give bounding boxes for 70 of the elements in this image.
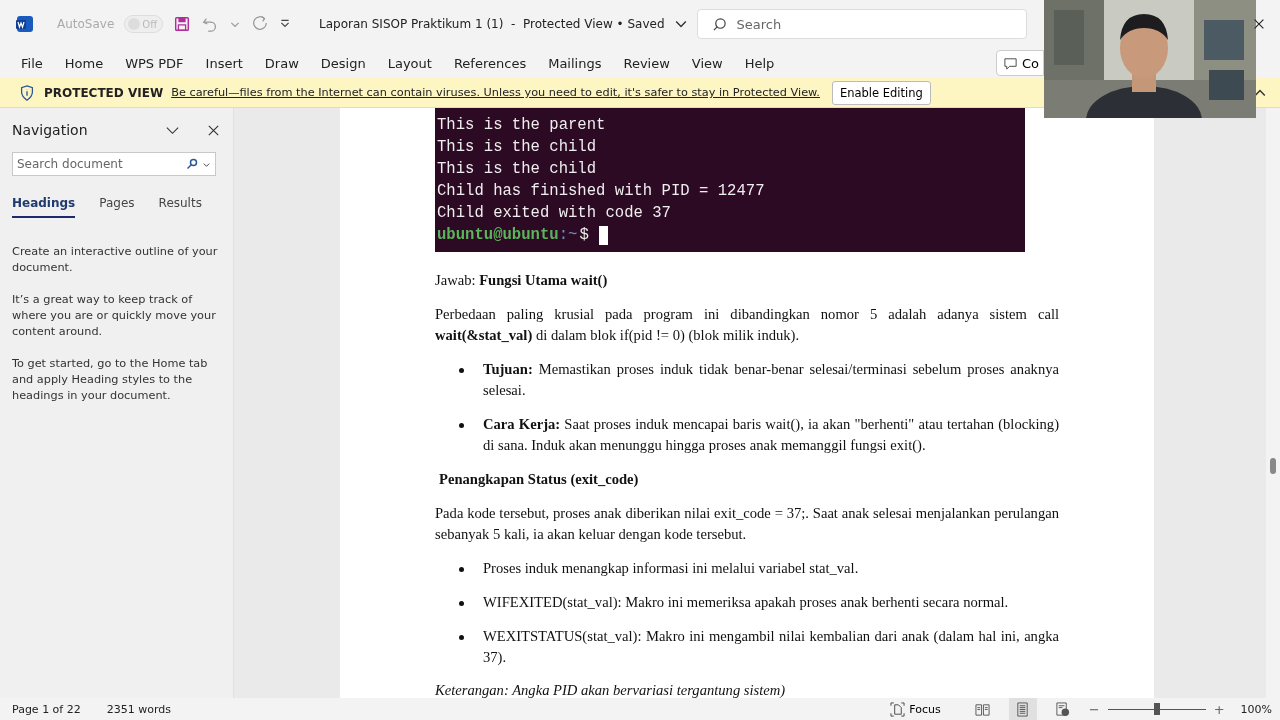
word-logo-icon [15, 14, 35, 34]
document-title[interactable]: Laporan SISOP Praktikum 1 (1) - Protected View • Saved [319, 17, 665, 31]
terminal-cursor [598, 225, 608, 245]
menu-tab[interactable]: Review [614, 51, 679, 75]
prompt-path: :~ [558, 225, 578, 246]
help-text: Create an interactive outline of your document. [12, 244, 219, 276]
menu-tab[interactable]: Mailings [539, 51, 611, 75]
page-count[interactable]: Page 1 of 22 [12, 702, 81, 716]
menu-tab[interactable]: References [444, 51, 536, 75]
protected-view-label: PROTECTED VIEW [44, 85, 164, 100]
chevron-down-icon[interactable] [674, 18, 687, 30]
page-icon [1015, 701, 1031, 717]
autosave-label: AutoSave [57, 17, 115, 31]
menu-tab[interactable]: File [12, 51, 52, 75]
protected-view-link[interactable]: Be careful—files from the Internet can contain viruses. Unless you need to edit, it's safer to stay in Protected View. [171, 86, 820, 99]
menu-tab[interactable]: Help [735, 51, 784, 75]
terminal-line: This is the child [437, 137, 598, 158]
paragraph: Perbedaan paling krusial pada program ini dibandingkan nomor 5 adalah adanya sistem call wait(&stat_val) di dalam blok if(pid != 0) (blok milik induk). [435, 305, 1059, 345]
prompt-user: ubuntu@ubuntu [437, 225, 559, 246]
menu-tab[interactable]: WPS PDF [116, 51, 193, 75]
focus-icon [890, 701, 906, 717]
terminal-line: Child has finished with PID = 12477 [437, 181, 766, 202]
bullet-icon [459, 423, 464, 428]
terminal-line: This is the child [437, 159, 598, 180]
paragraph: Pada kode tersebut, proses anak diberikan nilai exit_code = 37;. Saat anak selesai menjalankan perulangan sebanyak 5 kali, ia akan keluar dengan kode tersebut. [435, 504, 1059, 544]
search-icon [711, 16, 727, 32]
focus-button[interactable]: Focus [884, 700, 947, 718]
note-text: Keterangan: Angka PID akan bervariasi tergantung sistem) [435, 681, 787, 699]
paragraph: Jawab: Fungsi Utama wait() [435, 271, 609, 290]
comments-button[interactable]: Co [995, 50, 1044, 76]
terminal-line: Child exited with code 37 [437, 203, 672, 224]
list-item-text: WIFEXITED(stat_val): Makro ini memeriksa apakah proses anak berhenti secara normal. [483, 593, 1010, 612]
close-icon[interactable] [1252, 17, 1266, 31]
word-count[interactable]: 2351 words [106, 702, 171, 716]
bullet-icon [459, 635, 464, 640]
pane-tab[interactable]: Headings [12, 190, 76, 218]
bullet-icon [459, 368, 464, 373]
zoom-level[interactable]: 100% [1240, 702, 1272, 716]
prompt-symbol: $ [579, 225, 589, 246]
help-text: To get started, go to the Home tab and apply Heading styles to the headings in your document. [12, 356, 209, 404]
list-item-text: Cara Kerja: Saat proses induk mencapai baris wait(), ia akan "berhenti" atau tertahan (blocking) di sana. Induk akan menunggu hingga proses anak memanggil fungsi exit(). [483, 415, 1059, 455]
terminal-line: This is the parent [437, 115, 607, 136]
bullet-icon [459, 567, 464, 572]
enable-editing-button[interactable]: Enable Editing [831, 80, 931, 105]
list-item-text: Tujuan: Memastikan proses induk tidak benar-benar selesai/terminasi sebelum proses anaknya selesai. [483, 360, 1059, 400]
menu-tab[interactable]: Draw [255, 51, 308, 75]
zoom-in-button[interactable]: + [1213, 701, 1225, 717]
menu-tab[interactable]: Home [55, 51, 113, 75]
pane-title: Navigation [12, 122, 89, 138]
pane-tab[interactable]: Pages [99, 190, 135, 218]
menu-tab[interactable]: Design [311, 51, 375, 75]
list-item-text: Proses induk menangkap informasi ini melalui variabel stat_val. [483, 559, 860, 578]
web-page-icon [1055, 701, 1071, 717]
book-icon [975, 701, 991, 717]
search-icon[interactable] [186, 158, 198, 170]
print-view-button[interactable] [1008, 698, 1037, 720]
pane-tab[interactable]: Results [158, 190, 202, 218]
menu-tab[interactable]: Layout [378, 51, 441, 75]
zoom-out-button[interactable]: − [1088, 701, 1100, 717]
help-text: It’s a great way to keep track of where you are or quickly move your content around. [12, 292, 217, 340]
search-field[interactable]: Search [696, 9, 1027, 39]
save-icon[interactable] [173, 15, 191, 33]
section-heading: Penangkapan Status (exit_code) [439, 470, 640, 489]
menu-tab[interactable]: View [682, 51, 732, 75]
bullet-icon [459, 601, 464, 606]
shield-icon [18, 83, 36, 102]
menu-tab[interactable]: Insert [196, 51, 252, 75]
comment-icon [1002, 55, 1018, 71]
customize-caret-icon[interactable] [279, 18, 291, 30]
list-item-text: WEXITSTATUS(stat_val): Makro ini mengambil nilai kembalian dari anak (dalam hal ini, angka 37). [483, 627, 1059, 667]
